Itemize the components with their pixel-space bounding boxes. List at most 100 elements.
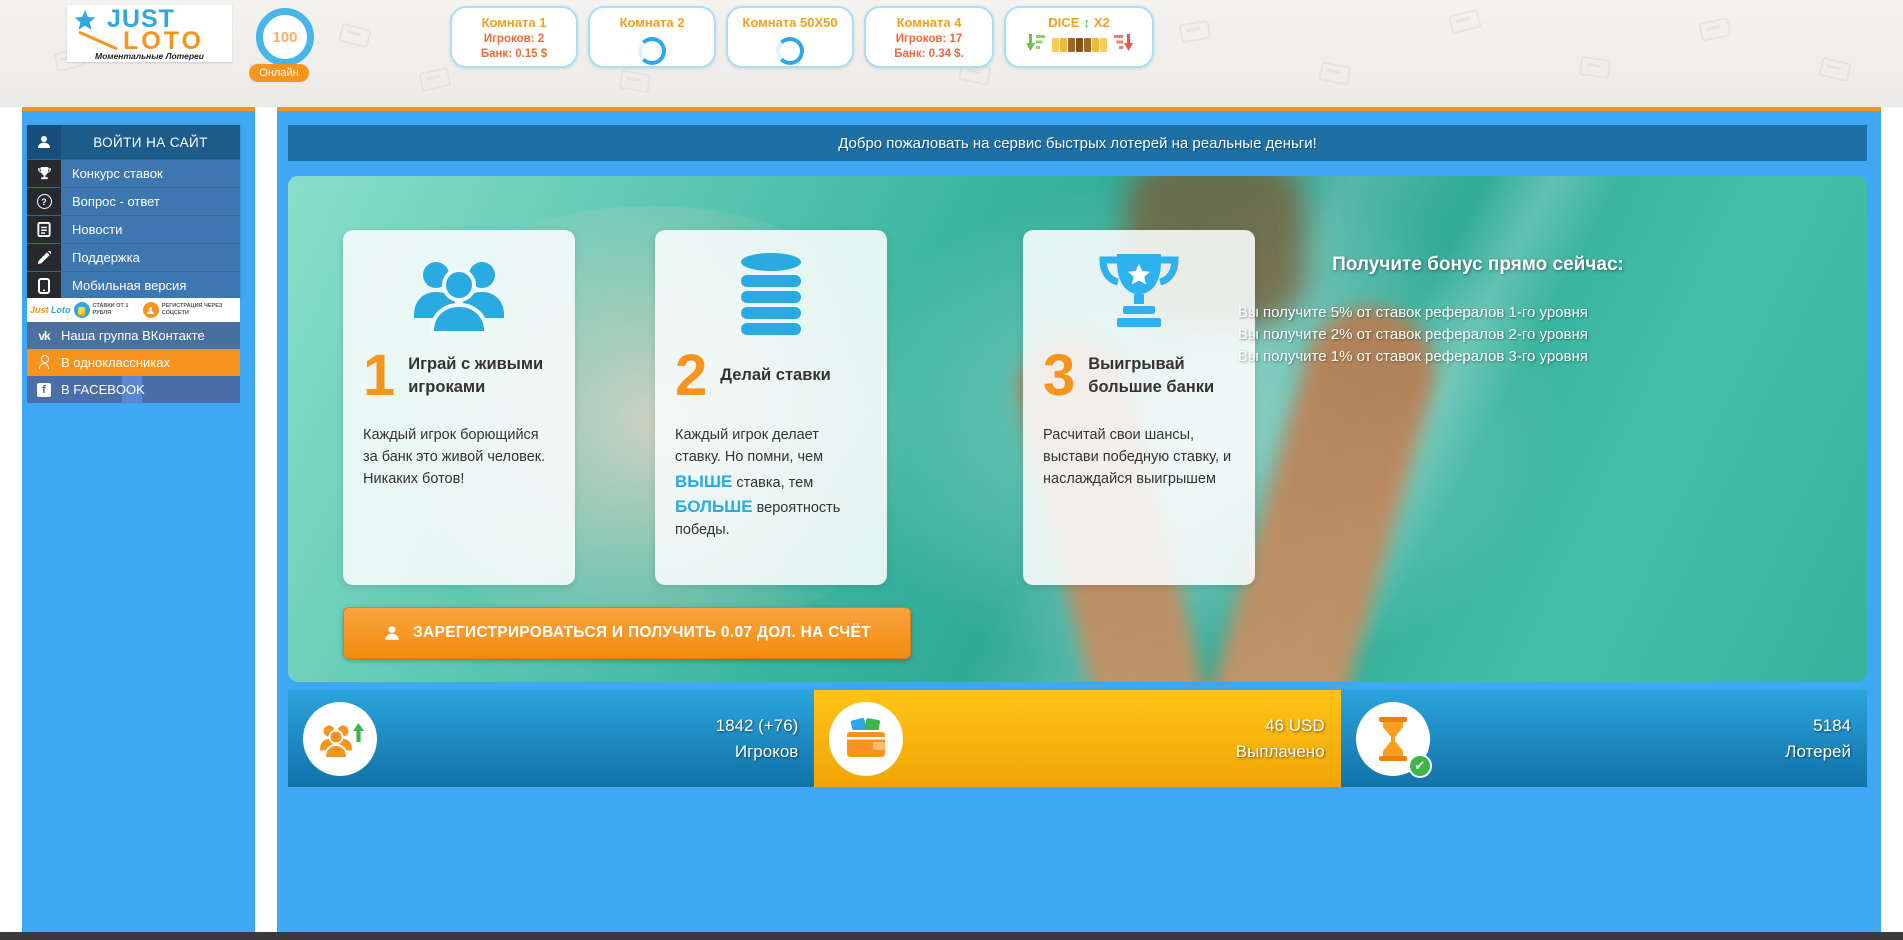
sidebar-item-login[interactable]: ВОЙТИ НА САЙТ [27, 125, 240, 159]
step-body: Расчитай свои шансы, выстави победную ст… [1043, 425, 1235, 490]
room-title: Комната 4 [866, 15, 992, 30]
players-icon [363, 244, 555, 340]
sidebar-item-vk-group[interactable]: vk Наша группа ВКонтакте [27, 322, 240, 349]
promo-banner-brand: Just Loto [30, 305, 71, 315]
stat-lotteries: ✔ 5184 Лотерей [1341, 690, 1867, 787]
social-label: Наша группа ВКонтакте [61, 328, 205, 343]
room-title: Комната 50X50 [728, 15, 852, 30]
money-pattern-icon [1448, 9, 1482, 34]
sidebar-item-faq[interactable]: ? Вопрос - ответ [27, 187, 240, 215]
sidebar-item-contest[interactable]: Конкурс ставок [27, 159, 240, 187]
promo-badge2: РЕГИСТРАЦИЯ ЧЕРЕЗ СОЦСЕТИ [162, 303, 237, 316]
register-button[interactable]: ЗАРЕГИСТРИРОВАТЬСЯ И ПОЛУЧИТЬ 0.07 ДОЛ. … [343, 607, 911, 659]
tab-room-1[interactable]: Комната 1 Игроков: 2 Банк: 0.15 $ [450, 6, 578, 68]
room-players: Игроков: 2 [452, 33, 576, 45]
promo-badge1: СТАВКИ ОТ 1 РУБЛЯ [93, 303, 140, 316]
promo-banner[interactable]: Just Loto СТАВКИ ОТ 1 РУБЛЯ РЕГИСТРАЦИЯ … [27, 298, 240, 322]
sidebar-item-odnoklassniki[interactable]: В одноклассниках [27, 349, 240, 376]
bonus-title: Получите бонус прямо сейчас: [1238, 254, 1718, 276]
mobile-icon [27, 272, 61, 299]
stat-label: Лотерей [1785, 739, 1851, 765]
stat-paid: 46 USD Выплачено [814, 690, 1340, 787]
money-pattern-icon [338, 23, 372, 49]
hourglass-check-icon: ✔ [1356, 702, 1430, 776]
news-icon [27, 216, 61, 243]
players-up-icon [303, 702, 377, 776]
sidebar-item-mobile[interactable]: Мобильная версия [27, 271, 240, 299]
sidebar-item-facebook[interactable]: f В FACEBOOK [27, 376, 240, 403]
sidebar-item-support[interactable]: Поддержка [27, 243, 240, 271]
money-pattern-icon [1698, 17, 1731, 41]
sidebar-item-label: Новости [61, 216, 240, 243]
bonus-block: Получите бонус прямо сейчас: Вы получите… [1238, 254, 1718, 367]
sidebar-item-label: Конкурс ставок [61, 160, 240, 187]
stat-label: Выплачено [1236, 739, 1325, 765]
dice-title: DICE [1048, 15, 1079, 30]
highlight-word: ВЫШЕ [675, 472, 732, 491]
stat-value: 5184 [1785, 713, 1851, 739]
hero-panel: 1 Играй с живыми игроками Каждый игрок б… [288, 176, 1867, 682]
step-heading: Делай ставки [720, 364, 831, 386]
person-icon [143, 302, 159, 318]
step-heading: Выигрывай большие банки [1088, 353, 1235, 398]
step-card-2: 2 Делай ставки Каждый игрок делает ставк… [655, 230, 887, 585]
highlight-word: БОЛЬШЕ [675, 497, 753, 516]
loading-spinner-icon [638, 37, 666, 65]
stats-bar: 1842 (+76) Игроков 46 USD Выплачено [288, 690, 1867, 787]
sidebar-item-label: Мобильная версия [61, 272, 240, 299]
money-pattern-icon [418, 67, 451, 92]
room-bank: Банк: 0.15 $ [452, 48, 576, 60]
left-sidebar: ВОЙТИ НА САЙТ Конкурс ставок ? Вопрос - … [22, 107, 255, 932]
welcome-bar: Добро пожаловать на сервис быстрых лотер… [288, 125, 1867, 161]
ok-icon [27, 355, 61, 370]
step-card-1: 1 Играй с живыми игроками Каждый игрок б… [343, 230, 575, 585]
main-content: Добро пожаловать на сервис быстрых лотер… [277, 107, 1881, 932]
question-icon: ? [27, 188, 61, 215]
sidebar-item-label: ВОЙТИ НА САЙТ [61, 125, 240, 159]
social-label: В FACEBOOK [61, 382, 145, 397]
tab-room-50x50[interactable]: Комната 50X50 [726, 6, 854, 68]
social-label: В одноклассниках [61, 355, 170, 370]
online-counter: 100 [256, 8, 314, 66]
user-icon [27, 125, 61, 159]
sidebar-item-label: Вопрос - ответ [61, 188, 240, 215]
stat-value: 46 USD [1236, 713, 1325, 739]
sort-down-green-icon [1026, 34, 1045, 56]
tab-room-2[interactable]: Комната 2 [588, 6, 716, 68]
bonus-line: Вы получите 5% от ставок рефералов 1-го … [1238, 302, 1718, 324]
bonus-line: Вы получите 1% от ставок рефералов 3-го … [1238, 346, 1718, 368]
vk-icon: vk [27, 329, 61, 343]
sidebar-item-news[interactable]: Новости [27, 215, 240, 243]
room-players: Игроков: 17 [866, 33, 992, 45]
dice-multiplier: X2 [1094, 15, 1110, 30]
social-links: vk Наша группа ВКонтакте В одноклассника… [27, 322, 240, 403]
step-number: 3 [1043, 348, 1075, 403]
stat-value: 1842 (+76) [716, 713, 799, 739]
step-number: 2 [675, 348, 707, 403]
logo-tagline: Моментальные Лотереи [67, 51, 232, 61]
coins-icon [74, 302, 90, 318]
money-pattern-icon [619, 70, 652, 93]
site-logo[interactable]: JUST LOTO Моментальные Лотереи [67, 5, 232, 62]
sidebar-menu: ВОЙТИ НА САЙТ Конкурс ставок ? Вопрос - … [27, 125, 240, 299]
trophy-icon [1043, 244, 1235, 340]
room-bank: Банк: 0.34 $. [866, 48, 992, 60]
step-card-3: 3 Выигрывай большие банки Расчитай свои … [1023, 230, 1255, 585]
tab-room-4[interactable]: Комната 4 Игроков: 17 Банк: 0.34 $. [864, 6, 994, 68]
coins-icon [675, 244, 867, 340]
step-number: 1 [363, 348, 395, 403]
bonus-line: Вы получите 2% от ставок рефералов 2-го … [1238, 324, 1718, 346]
step-heading: Играй с живыми игроками [408, 353, 555, 398]
step-body: Каждый игрок борющийся за банк это живой… [363, 425, 555, 490]
online-count: 100 [272, 29, 297, 46]
sort-down-red-icon [1114, 34, 1133, 56]
top-header: JUST LOTO Моментальные Лотереи 100 Онлай… [0, 0, 1903, 107]
loading-spinner-icon [776, 37, 804, 65]
tab-dice-x2[interactable]: DICE ↕ X2 [1004, 6, 1154, 68]
register-button-label: ЗАРЕГИСТРИРОВАТЬСЯ И ПОЛУЧИТЬ 0.07 ДОЛ. … [413, 624, 871, 642]
room-title: Комната 1 [452, 15, 576, 30]
dice-strip-icon [1052, 38, 1107, 52]
pencil-icon [27, 244, 61, 271]
money-pattern-icon [1179, 20, 1212, 43]
footer-bar [0, 932, 1903, 940]
